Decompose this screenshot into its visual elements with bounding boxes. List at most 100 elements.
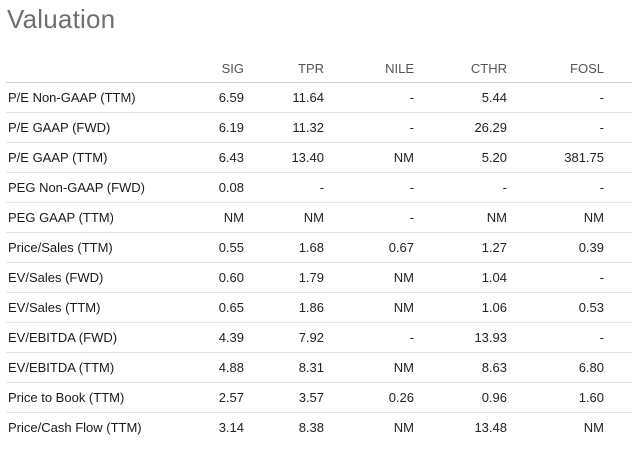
cell-cthr: 1.27 bbox=[414, 232, 507, 263]
cell-sig: 0.65 bbox=[194, 292, 244, 323]
table-row: P/E GAAP (FWD) 6.19 11.32-26.29- bbox=[6, 112, 632, 143]
cell-sig: NM bbox=[194, 202, 244, 233]
table-body: P/E Non-GAAP (TTM) 6.59 11.64-5.44- P/E GAA… bbox=[6, 82, 632, 443]
row-spacer bbox=[604, 232, 632, 263]
cell-tpr: 13.40 bbox=[244, 142, 324, 173]
cell-fosl: 381.75 bbox=[507, 142, 604, 173]
cell-cthr: 26.29 bbox=[414, 112, 507, 143]
cell-fosl: NM bbox=[583, 420, 604, 435]
row-spacer bbox=[604, 292, 632, 323]
cell-fosl: - bbox=[507, 172, 604, 203]
cell-sig: 3.14 bbox=[218, 420, 244, 435]
row-spacer bbox=[604, 413, 632, 443]
cell-tpr: 8.38 bbox=[298, 420, 324, 435]
cell-nile: NM bbox=[324, 142, 414, 173]
cell-fosl: - bbox=[507, 262, 604, 293]
cell-sig: 0.55 bbox=[194, 232, 244, 263]
column-header-fosl: FOSL bbox=[507, 54, 604, 83]
row-spacer bbox=[604, 382, 632, 413]
table-row: P/E Non-GAAP (TTM) 6.59 11.64-5.44- bbox=[6, 82, 632, 113]
metric-label: Price/Sales (TTM) bbox=[6, 232, 194, 263]
cell-sig: 6.43 bbox=[194, 142, 244, 173]
row-spacer bbox=[604, 262, 632, 293]
metric-label: Price to Book (TTM) bbox=[6, 382, 194, 413]
row-spacer bbox=[604, 322, 632, 353]
cell-tpr: 1.79 bbox=[244, 262, 324, 293]
cell-fosl: - bbox=[507, 322, 604, 353]
column-header-cthr: CTHR bbox=[414, 54, 507, 83]
cell-nile: - bbox=[324, 82, 414, 113]
table-row: EV/EBITDA (TTM) 4.88 8.31 NM 8.63 6.80 bbox=[6, 352, 632, 383]
cell-nile: 0.26 bbox=[324, 382, 414, 413]
cell-fosl: NM bbox=[507, 202, 604, 233]
cell-nile: 0.67 bbox=[324, 232, 414, 263]
cell-nile: NM bbox=[324, 262, 414, 293]
metric-label: PEG GAAP (TTM) bbox=[6, 202, 194, 233]
cell-fosl: 0.39 bbox=[507, 232, 604, 263]
metric-label: EV/Sales (TTM) bbox=[6, 292, 194, 323]
cell-tpr: 3.57 bbox=[244, 382, 324, 413]
table-row: EV/EBITDA (FWD) 4.39 7.92-13.93- bbox=[6, 322, 632, 353]
cell-cthr: 13.93 bbox=[414, 322, 507, 353]
metric-label: EV/EBITDA (FWD) bbox=[6, 322, 194, 353]
metric-label: P/E GAAP (FWD) bbox=[6, 112, 194, 143]
cell-nile: NM bbox=[324, 292, 414, 323]
cell-nile: NM bbox=[393, 420, 414, 435]
column-header-sig: SIG bbox=[194, 54, 244, 83]
cell-sig: 4.39 bbox=[194, 322, 244, 353]
metric-label: EV/EBITDA (TTM) bbox=[6, 352, 194, 383]
table-row: EV/Sales (FWD) 0.60 1.79 NM 1.04- bbox=[6, 262, 632, 293]
table-row: Price/Cash Flow (TTM) 3.14 8.38 NM 13.48 NM bbox=[6, 413, 632, 443]
table-row: Price/Sales (TTM) 0.55 1.68 0.67 1.27 0.39 bbox=[6, 232, 632, 263]
cell-fosl: 6.80 bbox=[507, 352, 604, 383]
cell-fosl: 0.53 bbox=[507, 292, 604, 323]
cell-sig: 4.88 bbox=[194, 352, 244, 383]
row-spacer bbox=[604, 82, 632, 113]
metric-label: PEG Non-GAAP (FWD) bbox=[6, 172, 194, 203]
table-row: Price to Book (TTM) 2.57 3.57 0.26 0.96 1.60 bbox=[6, 382, 632, 413]
cell-tpr: 1.86 bbox=[244, 292, 324, 323]
cell-nile: - bbox=[324, 112, 414, 143]
cell-tpr: 11.64 bbox=[244, 82, 324, 113]
cell-sig: 2.57 bbox=[194, 382, 244, 413]
metric-label: P/E Non-GAAP (TTM) bbox=[6, 82, 194, 113]
cell-cthr: 5.44 bbox=[414, 82, 507, 113]
table-row: PEG Non-GAAP (FWD) 0.08- - - - bbox=[6, 172, 632, 203]
cell-tpr: - bbox=[244, 172, 324, 203]
page-title: Valuation bbox=[7, 4, 116, 34]
cell-cthr: 8.63 bbox=[414, 352, 507, 383]
cell-sig: 0.08 bbox=[194, 172, 244, 203]
row-spacer bbox=[604, 352, 632, 383]
cell-fosl: 1.60 bbox=[507, 382, 604, 413]
metric-label: P/E GAAP (TTM) bbox=[6, 142, 194, 173]
cell-cthr: NM bbox=[414, 202, 507, 233]
cell-fosl: - bbox=[507, 112, 604, 143]
cell-cthr: 1.04 bbox=[414, 262, 507, 293]
cell-cthr: 1.06 bbox=[414, 292, 507, 323]
cell-nile: - bbox=[324, 202, 414, 233]
metric-label: Price/Cash Flow (TTM) bbox=[8, 420, 142, 435]
valuation-table: SIG TPR NILE CTHR FOSL P/E Non-GAAP (TTM… bbox=[6, 54, 632, 442]
metric-column-header bbox=[6, 54, 194, 83]
cell-sig: 0.60 bbox=[194, 262, 244, 293]
cell-tpr: 1.68 bbox=[244, 232, 324, 263]
column-header-tpr: TPR bbox=[244, 54, 324, 83]
cell-sig: 6.19 bbox=[194, 112, 244, 143]
cell-cthr: 13.48 bbox=[474, 420, 507, 435]
row-spacer bbox=[604, 202, 632, 233]
metric-label: EV/Sales (FWD) bbox=[6, 262, 194, 293]
cell-tpr: NM bbox=[244, 202, 324, 233]
row-spacer bbox=[604, 112, 632, 143]
column-spacer bbox=[604, 54, 632, 83]
cell-tpr: 7.92 bbox=[244, 322, 324, 353]
cell-cthr: 0.96 bbox=[414, 382, 507, 413]
cell-nile: - bbox=[324, 322, 414, 353]
table-row: P/E GAAP (TTM) 6.43 13.40 NM 5.20 381.75 bbox=[6, 142, 632, 173]
table-header-row: SIG TPR NILE CTHR FOSL bbox=[6, 54, 632, 83]
cell-tpr: 8.31 bbox=[244, 352, 324, 383]
row-spacer bbox=[604, 142, 632, 173]
cell-fosl: - bbox=[507, 82, 604, 113]
cell-nile: - bbox=[324, 172, 414, 203]
cell-tpr: 11.32 bbox=[244, 112, 324, 143]
cell-cthr: - bbox=[414, 172, 507, 203]
